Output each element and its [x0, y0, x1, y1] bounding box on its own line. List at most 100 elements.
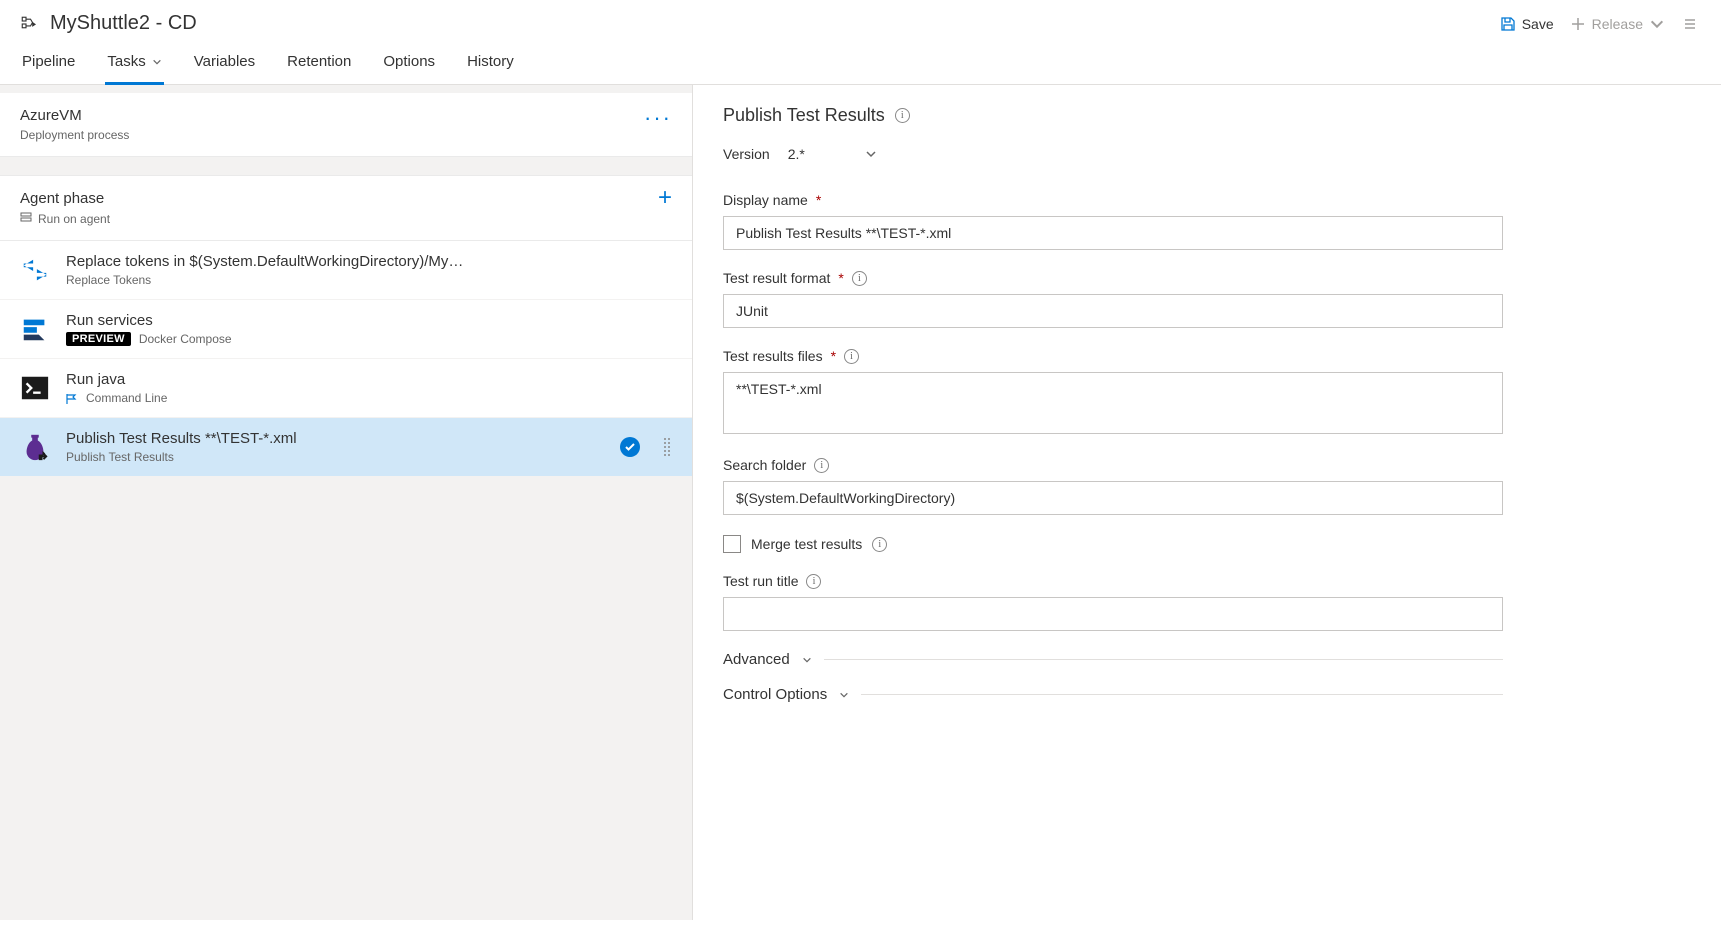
label-text: Test result format: [723, 270, 830, 286]
task-enabled-indicator[interactable]: [620, 437, 640, 457]
form-heading: Publish Test Results: [723, 105, 885, 126]
merge-checkbox[interactable]: [723, 535, 741, 553]
tasks-column: AzureVM Deployment process ··· Agent pha…: [0, 85, 693, 920]
task-sub-name: Docker Compose: [139, 332, 232, 346]
save-button[interactable]: Save: [1500, 16, 1554, 32]
chevron-down-icon: [152, 57, 162, 67]
tab-variables[interactable]: Variables: [192, 43, 257, 85]
tab-options-label: Options: [383, 53, 435, 70]
tab-retention[interactable]: Retention: [285, 43, 353, 85]
task-title: Run java: [66, 371, 672, 388]
view-options-button[interactable]: [1681, 16, 1697, 32]
task-form-panel: Publish Test Results i Version 2.* Displ…: [693, 85, 1721, 920]
info-icon[interactable]: i: [814, 458, 829, 473]
task-sub: Replace Tokens: [66, 273, 672, 287]
info-icon[interactable]: i: [844, 349, 859, 364]
section-advanced[interactable]: Advanced: [723, 651, 1503, 668]
pipeline-icon: [20, 15, 38, 33]
section-label: Advanced: [723, 651, 790, 668]
phase-name: Agent phase: [20, 190, 110, 207]
field-search-folder: Search folder i: [723, 457, 1503, 515]
display-name-input[interactable]: [723, 216, 1503, 250]
header-actions: Save Release: [1500, 16, 1697, 32]
task-row-replace-tokens[interactable]: Replace tokens in $(System.DefaultWorkin…: [0, 241, 692, 300]
section-control-options[interactable]: Control Options: [723, 686, 1503, 703]
form-heading-row: Publish Test Results i: [723, 105, 1503, 126]
page-title: MyShuttle2 - CD: [50, 12, 197, 35]
tabs-bar: Pipeline Tasks Variables Retention Optio…: [0, 43, 1721, 85]
header-left: MyShuttle2 - CD: [20, 12, 197, 35]
section-label: Control Options: [723, 686, 827, 703]
release-label: Release: [1592, 16, 1643, 32]
environment-row[interactable]: AzureVM Deployment process ···: [0, 93, 692, 157]
field-run-title: Test run title i: [723, 573, 1503, 631]
label-text: Test results files: [723, 348, 823, 364]
task-list: Replace tokens in $(System.DefaultWorkin…: [0, 241, 692, 477]
task-title: Publish Test Results **\TEST-*.xml: [66, 430, 604, 447]
task-row-publish-results[interactable]: Publish Test Results **\TEST-*.xml Publi…: [0, 418, 692, 477]
field-label: Display name *: [723, 192, 1503, 208]
list-icon: [1681, 16, 1697, 32]
field-merge-results: Merge test results i: [723, 535, 1503, 553]
tab-pipeline[interactable]: Pipeline: [20, 43, 77, 85]
info-icon[interactable]: i: [872, 537, 887, 552]
preview-badge: PREVIEW: [66, 332, 131, 346]
version-select[interactable]: 2.*: [782, 142, 883, 166]
command-line-icon: [20, 373, 50, 403]
check-icon: [624, 441, 636, 453]
header-bar: MyShuttle2 - CD Save Release: [0, 0, 1721, 43]
tab-history[interactable]: History: [465, 43, 516, 85]
info-icon[interactable]: i: [852, 271, 867, 286]
task-row-run-java[interactable]: Run java Command Line: [0, 359, 692, 418]
task-row-run-services[interactable]: Run services PREVIEW Docker Compose: [0, 300, 692, 359]
field-label: Search folder i: [723, 457, 1503, 473]
search-folder-input[interactable]: [723, 481, 1503, 515]
task-text: Run java Command Line: [66, 371, 672, 405]
drag-handle[interactable]: [662, 438, 672, 456]
plus-icon: [1570, 16, 1586, 32]
task-title: Run services: [66, 312, 672, 329]
info-icon[interactable]: i: [806, 574, 821, 589]
task-title: Replace tokens in $(System.DefaultWorkin…: [66, 253, 672, 270]
tab-options[interactable]: Options: [381, 43, 437, 85]
task-sub: PREVIEW Docker Compose: [66, 332, 672, 346]
tab-retention-label: Retention: [287, 53, 351, 70]
task-text: Publish Test Results **\TEST-*.xml Publi…: [66, 430, 604, 464]
info-icon[interactable]: i: [895, 108, 910, 123]
field-label: Test results files * i: [723, 348, 1503, 364]
merge-label: Merge test results: [751, 536, 862, 552]
phase-row[interactable]: Agent phase Run on agent +: [0, 175, 692, 241]
docker-compose-icon: [20, 314, 50, 344]
version-label: Version: [723, 146, 770, 162]
version-row: Version 2.*: [723, 142, 1503, 166]
release-button[interactable]: Release: [1570, 16, 1665, 32]
chevron-down-icon: [1649, 16, 1665, 32]
add-task-button[interactable]: +: [658, 190, 672, 206]
save-icon: [1500, 16, 1516, 32]
tab-tasks-label: Tasks: [107, 53, 145, 70]
environment-text: AzureVM Deployment process: [20, 107, 129, 142]
publish-test-results-icon: [20, 432, 50, 462]
tab-history-label: History: [467, 53, 514, 70]
section-divider: [861, 694, 1503, 695]
chevron-down-icon: [802, 655, 812, 665]
field-display-name: Display name *: [723, 192, 1503, 250]
task-sub-name: Command Line: [86, 391, 167, 405]
environment-sub: Deployment process: [20, 128, 129, 142]
required-asterisk: *: [838, 270, 843, 286]
content-split: AzureVM Deployment process ··· Agent pha…: [0, 85, 1721, 920]
version-value: 2.*: [788, 146, 805, 162]
task-text: Run services PREVIEW Docker Compose: [66, 312, 672, 346]
test-files-input[interactable]: [723, 372, 1503, 434]
label-text: Display name: [723, 192, 808, 208]
tab-tasks[interactable]: Tasks: [105, 43, 163, 85]
run-title-input[interactable]: [723, 597, 1503, 631]
label-text: Test run title: [723, 573, 798, 589]
environment-more-button[interactable]: ···: [644, 107, 672, 123]
label-text: Search folder: [723, 457, 806, 473]
field-test-files: Test results files * i: [723, 348, 1503, 437]
test-format-input[interactable]: [723, 294, 1503, 328]
tab-variables-label: Variables: [194, 53, 255, 70]
field-label: Test result format * i: [723, 270, 1503, 286]
chevron-down-icon: [865, 148, 877, 160]
